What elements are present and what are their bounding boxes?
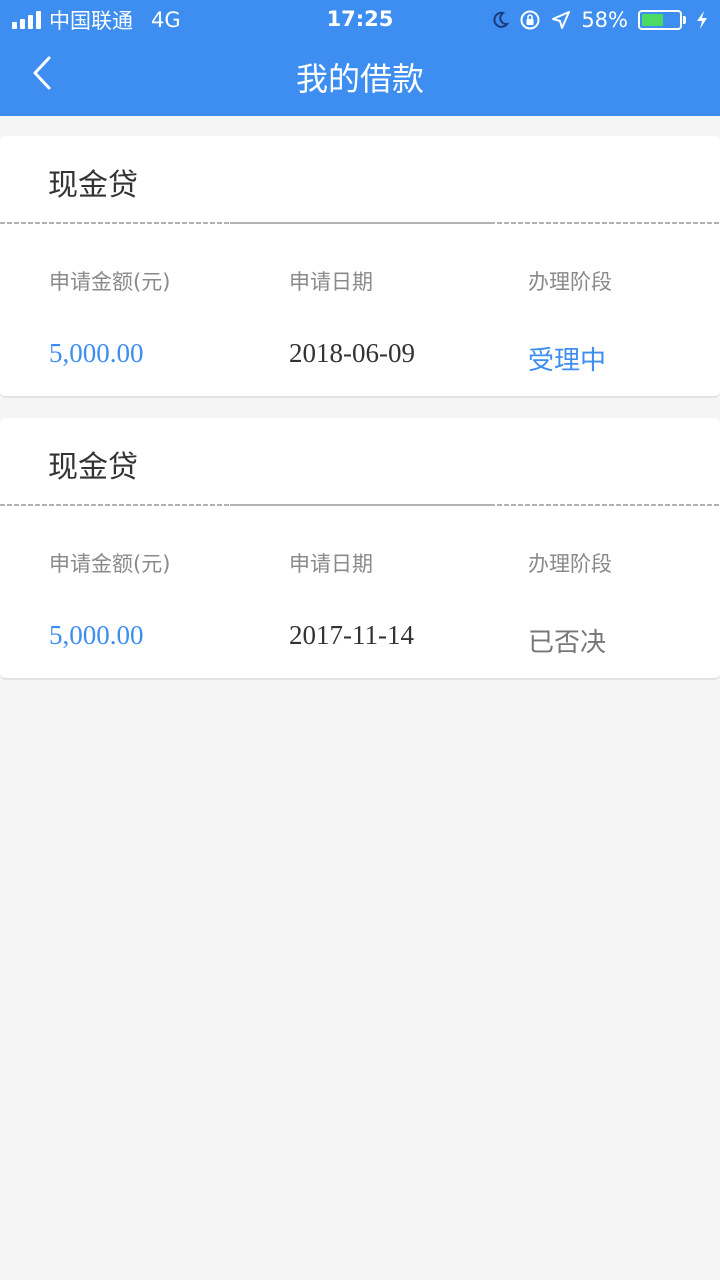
loan-amount: 5,000.00 bbox=[49, 620, 144, 650]
app-header: 中国联通 4G 17:25 58% 我的借款 bbox=[0, 0, 720, 116]
loan-amount: 5,000.00 bbox=[49, 338, 144, 368]
loan-date: 2017-11-14 bbox=[289, 620, 414, 650]
card-divider bbox=[0, 504, 720, 506]
date-label: 申请日期 bbox=[289, 552, 373, 576]
loan-date: 2018-06-09 bbox=[289, 338, 415, 368]
location-arrow-icon bbox=[552, 11, 571, 29]
nav-bar: 我的借款 bbox=[0, 40, 720, 116]
status-right: 58% bbox=[491, 7, 708, 33]
loan-card[interactable]: 现金贷 申请金额(元) 申请日期 办理阶段 5,000.00 2018-06-0… bbox=[0, 136, 720, 398]
moon-icon bbox=[493, 11, 510, 28]
rotation-lock-icon bbox=[520, 10, 540, 30]
stage-label: 办理阶段 bbox=[528, 270, 612, 294]
date-label: 申请日期 bbox=[289, 270, 373, 294]
loan-stage: 受理中 bbox=[528, 346, 607, 376]
page-title: 我的借款 bbox=[295, 60, 424, 98]
stage-label: 办理阶段 bbox=[528, 552, 612, 576]
charging-bolt-icon bbox=[697, 11, 707, 29]
loan-card[interactable]: 现金贷 申请金额(元) 申请日期 办理阶段 5,000.00 2017-11-1… bbox=[0, 418, 720, 680]
battery-fill bbox=[642, 14, 663, 26]
status-bar: 中国联通 4G 17:25 58% bbox=[0, 0, 720, 40]
loan-type: 现金贷 bbox=[48, 168, 138, 203]
loan-type: 现金贷 bbox=[48, 450, 138, 485]
amount-label: 申请金额(元) bbox=[49, 270, 171, 294]
card-divider bbox=[0, 222, 720, 224]
loan-stage: 已否决 bbox=[528, 628, 607, 658]
battery-icon bbox=[638, 10, 686, 30]
amount-label: 申请金额(元) bbox=[49, 552, 171, 576]
battery-percent: 58% bbox=[581, 8, 628, 32]
